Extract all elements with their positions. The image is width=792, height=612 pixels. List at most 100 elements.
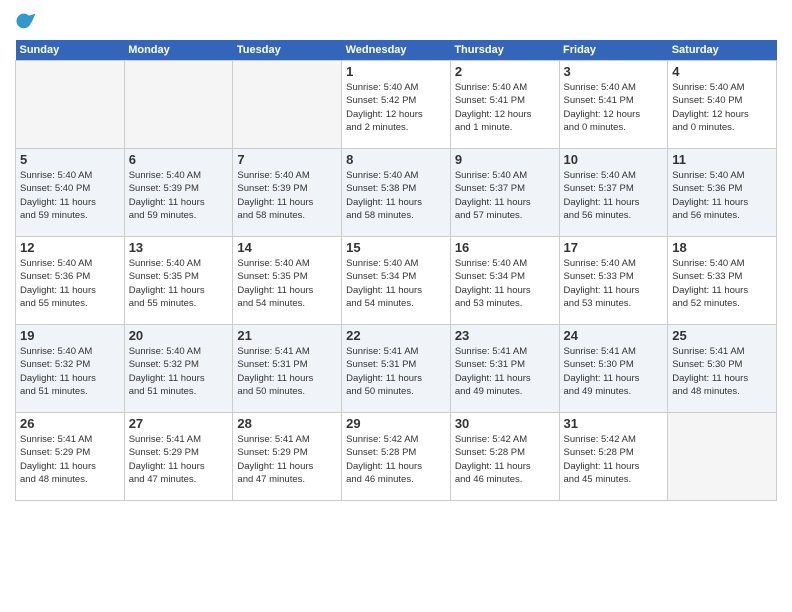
day-cell-16: 16 Sunrise: 5:40 AM Sunset: 5:34 PM Dayli… (450, 237, 559, 325)
day-info: Sunrise: 5:41 AM Sunset: 5:29 PM Dayligh… (129, 433, 229, 486)
day-cell-8: 8 Sunrise: 5:40 AM Sunset: 5:38 PM Daylig… (342, 149, 451, 237)
day-cell-14: 14 Sunrise: 5:40 AM Sunset: 5:35 PM Dayli… (233, 237, 342, 325)
header-row: SundayMondayTuesdayWednesdayThursdayFrid… (16, 40, 777, 61)
day-number: 29 (346, 416, 446, 431)
day-cell-12: 12Sunrise: 5:40 AM Sunset: 5:36 PM Dayli… (16, 237, 125, 325)
day-info: Sunrise: 5:40 AM Sunset: 5:37 PM Dayligh… (455, 169, 555, 222)
day-number: 7 (237, 152, 337, 167)
day-cell-15: 15 Sunrise: 5:40 AM Sunset: 5:34 PM Dayli… (342, 237, 451, 325)
logo (15, 10, 41, 32)
day-info: Sunrise: 5:41 AM Sunset: 5:29 PM Dayligh… (237, 433, 337, 486)
day-info: Sunrise: 5:41 AM Sunset: 5:29 PM Dayligh… (20, 433, 120, 486)
day-info: Sunrise: 5:40 AM Sunset: 5:37 PM Dayligh… (564, 169, 664, 222)
day-cell-19: 19 Sunrise: 5:40 AM Sunset: 5:32 PM Dayli… (16, 325, 125, 413)
day-info: Sunrise: 5:41 AM Sunset: 5:30 PM Dayligh… (564, 345, 664, 398)
day-header-sunday: Sunday (16, 40, 125, 61)
day-number: 3 (564, 64, 664, 79)
day-info: Sunrise: 5:40 AM Sunset: 5:32 PM Dayligh… (129, 345, 229, 398)
empty-cell (16, 61, 125, 149)
day-info: Sunrise: 5:40 AM Sunset: 5:34 PM Dayligh… (346, 257, 446, 310)
day-info: Sunrise: 5:40 AM Sunset: 5:41 PM Dayligh… (564, 81, 664, 134)
day-number: 9 (455, 152, 555, 167)
day-cell-4: 4Sunrise: 5:40 AM Sunset: 5:40 PM Daylig… (668, 61, 777, 149)
day-number: 23 (455, 328, 555, 343)
day-number: 30 (455, 416, 555, 431)
week-row: 5 Sunrise: 5:40 AM Sunset: 5:40 PM Daylig… (16, 149, 777, 237)
day-cell-2: 2 Sunrise: 5:40 AM Sunset: 5:41 PM Daylig… (450, 61, 559, 149)
day-info: Sunrise: 5:40 AM Sunset: 5:33 PM Dayligh… (672, 257, 772, 310)
day-info: Sunrise: 5:40 AM Sunset: 5:34 PM Dayligh… (455, 257, 555, 310)
day-info: Sunrise: 5:40 AM Sunset: 5:36 PM Dayligh… (672, 169, 772, 222)
day-number: 1 (346, 64, 446, 79)
day-number: 18 (672, 240, 772, 255)
day-cell-22: 22 Sunrise: 5:41 AM Sunset: 5:31 PM Dayli… (342, 325, 451, 413)
day-number: 22 (346, 328, 446, 343)
day-number: 27 (129, 416, 229, 431)
day-cell-11: 11 Sunrise: 5:40 AM Sunset: 5:36 PM Dayli… (668, 149, 777, 237)
day-info: Sunrise: 5:40 AM Sunset: 5:41 PM Dayligh… (455, 81, 555, 134)
day-cell-3: 3 Sunrise: 5:40 AM Sunset: 5:41 PM Daylig… (559, 61, 668, 149)
calendar-header (15, 10, 777, 32)
week-row: 1 Sunrise: 5:40 AM Sunset: 5:42 PM Daylig… (16, 61, 777, 149)
day-cell-20: 20 Sunrise: 5:40 AM Sunset: 5:32 PM Dayli… (124, 325, 233, 413)
day-header-friday: Friday (559, 40, 668, 61)
day-number: 8 (346, 152, 446, 167)
day-cell-29: 29Sunrise: 5:42 AM Sunset: 5:28 PM Dayli… (342, 413, 451, 501)
day-info: Sunrise: 5:40 AM Sunset: 5:33 PM Dayligh… (564, 257, 664, 310)
day-cell-25: 25 Sunrise: 5:41 AM Sunset: 5:30 PM Dayli… (668, 325, 777, 413)
day-number: 15 (346, 240, 446, 255)
day-info: Sunrise: 5:41 AM Sunset: 5:31 PM Dayligh… (455, 345, 555, 398)
day-info: Sunrise: 5:40 AM Sunset: 5:35 PM Dayligh… (129, 257, 229, 310)
day-info: Sunrise: 5:41 AM Sunset: 5:30 PM Dayligh… (672, 345, 772, 398)
day-number: 13 (129, 240, 229, 255)
day-cell-28: 28Sunrise: 5:41 AM Sunset: 5:29 PM Dayli… (233, 413, 342, 501)
day-number: 11 (672, 152, 772, 167)
day-number: 17 (564, 240, 664, 255)
day-number: 26 (20, 416, 120, 431)
day-number: 24 (564, 328, 664, 343)
day-info: Sunrise: 5:40 AM Sunset: 5:40 PM Dayligh… (672, 81, 772, 134)
day-info: Sunrise: 5:40 AM Sunset: 5:35 PM Dayligh… (237, 257, 337, 310)
day-number: 20 (129, 328, 229, 343)
day-info: Sunrise: 5:40 AM Sunset: 5:39 PM Dayligh… (129, 169, 229, 222)
day-cell-23: 23 Sunrise: 5:41 AM Sunset: 5:31 PM Dayli… (450, 325, 559, 413)
day-cell-18: 18 Sunrise: 5:40 AM Sunset: 5:33 PM Dayli… (668, 237, 777, 325)
day-cell-1: 1 Sunrise: 5:40 AM Sunset: 5:42 PM Daylig… (342, 61, 451, 149)
logo-icon (15, 10, 37, 32)
day-cell-10: 10 Sunrise: 5:40 AM Sunset: 5:37 PM Dayli… (559, 149, 668, 237)
day-cell-30: 30 Sunrise: 5:42 AM Sunset: 5:28 PM Dayli… (450, 413, 559, 501)
day-cell-31: 31 Sunrise: 5:42 AM Sunset: 5:28 PM Dayli… (559, 413, 668, 501)
day-header-thursday: Thursday (450, 40, 559, 61)
day-info: Sunrise: 5:41 AM Sunset: 5:31 PM Dayligh… (237, 345, 337, 398)
day-number: 25 (672, 328, 772, 343)
day-header-monday: Monday (124, 40, 233, 61)
day-cell-17: 17 Sunrise: 5:40 AM Sunset: 5:33 PM Dayli… (559, 237, 668, 325)
day-cell-6: 6Sunrise: 5:40 AM Sunset: 5:39 PM Daylig… (124, 149, 233, 237)
day-info: Sunrise: 5:40 AM Sunset: 5:42 PM Dayligh… (346, 81, 446, 134)
day-info: Sunrise: 5:40 AM Sunset: 5:32 PM Dayligh… (20, 345, 120, 398)
day-info: Sunrise: 5:40 AM Sunset: 5:38 PM Dayligh… (346, 169, 446, 222)
day-info: Sunrise: 5:40 AM Sunset: 5:39 PM Dayligh… (237, 169, 337, 222)
empty-cell (668, 413, 777, 501)
day-info: Sunrise: 5:42 AM Sunset: 5:28 PM Dayligh… (564, 433, 664, 486)
day-info: Sunrise: 5:42 AM Sunset: 5:28 PM Dayligh… (455, 433, 555, 486)
day-number: 16 (455, 240, 555, 255)
empty-cell (124, 61, 233, 149)
day-header-saturday: Saturday (668, 40, 777, 61)
day-info: Sunrise: 5:40 AM Sunset: 5:40 PM Dayligh… (20, 169, 120, 222)
day-cell-21: 21 Sunrise: 5:41 AM Sunset: 5:31 PM Dayli… (233, 325, 342, 413)
day-info: Sunrise: 5:40 AM Sunset: 5:36 PM Dayligh… (20, 257, 120, 310)
day-header-tuesday: Tuesday (233, 40, 342, 61)
empty-cell (233, 61, 342, 149)
day-number: 14 (237, 240, 337, 255)
day-number: 19 (20, 328, 120, 343)
day-number: 21 (237, 328, 337, 343)
day-number: 2 (455, 64, 555, 79)
day-number: 10 (564, 152, 664, 167)
day-info: Sunrise: 5:41 AM Sunset: 5:31 PM Dayligh… (346, 345, 446, 398)
day-cell-27: 27 Sunrise: 5:41 AM Sunset: 5:29 PM Dayli… (124, 413, 233, 501)
day-number: 31 (564, 416, 664, 431)
calendar-container: SundayMondayTuesdayWednesdayThursdayFrid… (0, 0, 792, 612)
day-header-wednesday: Wednesday (342, 40, 451, 61)
day-number: 5 (20, 152, 120, 167)
